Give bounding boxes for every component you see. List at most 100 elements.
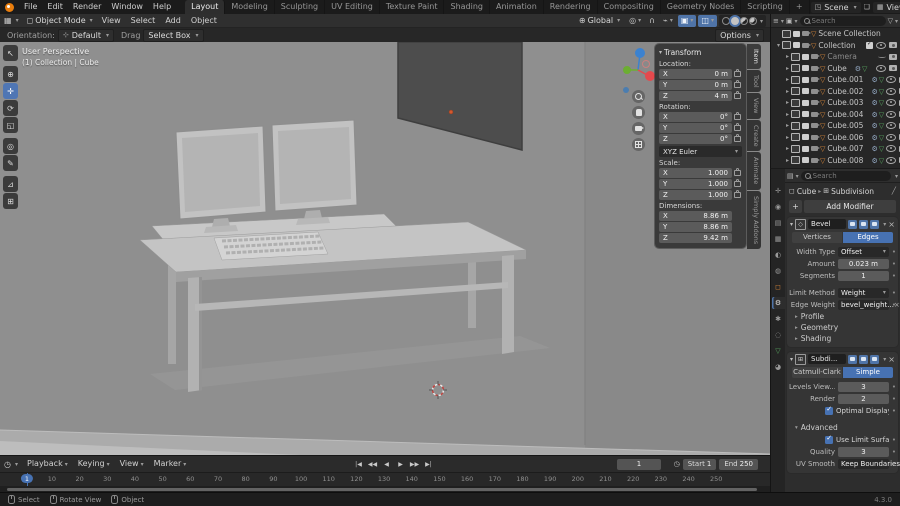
- outliner-row[interactable]: Cube.001: [771, 74, 900, 86]
- hide-in-viewport-icon[interactable]: [886, 145, 896, 152]
- world-tab[interactable]: ◍: [772, 265, 785, 277]
- render-toggle[interactable]: [870, 355, 879, 364]
- overlays-dropdown[interactable]: ◫: [698, 15, 717, 27]
- expand-caret-icon[interactable]: [784, 76, 789, 83]
- workspace-tab[interactable]: Compositing: [598, 0, 661, 14]
- transform-tool[interactable]: ◎: [3, 138, 18, 154]
- expand-caret-icon[interactable]: [784, 122, 789, 129]
- cursor-tool[interactable]: ⊕: [3, 66, 18, 82]
- realtime-toggle[interactable]: [859, 355, 868, 364]
- material-tab[interactable]: ◕: [772, 361, 785, 373]
- render-levels-field[interactable]: 2: [838, 394, 889, 404]
- properties-search[interactable]: [801, 171, 891, 181]
- sidebar-tab[interactable]: Create: [747, 120, 761, 152]
- outliner-row[interactable]: Cube: [771, 63, 900, 75]
- timeline-menu-item[interactable]: Marker: [149, 457, 192, 472]
- clear-icon[interactable]: ×: [894, 301, 900, 309]
- modifiers-tab[interactable]: ⚙: [772, 297, 785, 309]
- sidebar-tab[interactable]: Animate: [747, 152, 761, 189]
- advanced-section[interactable]: Advanced: [787, 422, 898, 433]
- outliner-row[interactable]: Cube.005: [771, 120, 900, 132]
- modifier-extras-dropdown-icon[interactable]: [881, 219, 886, 229]
- scale-field[interactable]: X1.000: [659, 168, 732, 178]
- dimension-field[interactable]: Y8.86 m: [659, 222, 732, 232]
- scale-field[interactable]: Z1.000: [659, 190, 732, 200]
- annotate-tool[interactable]: ✎: [3, 155, 18, 171]
- bevel-mode-option[interactable]: Edges: [843, 232, 893, 243]
- lock-icon[interactable]: [734, 170, 741, 176]
- expand-caret-icon[interactable]: [784, 99, 789, 106]
- viewport-menu-item[interactable]: View: [97, 14, 126, 28]
- outliner-row[interactable]: Cube.007: [771, 143, 900, 155]
- timeline-menu-item[interactable]: Playback: [22, 457, 73, 472]
- modifier-name-field[interactable]: Subdi...: [808, 354, 846, 364]
- levels-viewport-field[interactable]: 3: [838, 382, 889, 392]
- breadcrumb-modifier[interactable]: Subdivision: [831, 187, 874, 196]
- expand-caret-icon[interactable]: [784, 145, 789, 152]
- collapsed-section[interactable]: Geometry: [787, 322, 898, 333]
- sidebar-tab[interactable]: Item: [747, 44, 761, 69]
- navigation-gizmo[interactable]: [618, 44, 656, 94]
- edit-mode-toggle[interactable]: [848, 220, 857, 229]
- menubar-item[interactable]: Help: [148, 0, 176, 14]
- limit-method-dropdown[interactable]: Weight: [838, 288, 889, 298]
- pivot-point-dropdown[interactable]: ◎: [626, 15, 644, 27]
- properties-editor-type-button[interactable]: ▤: [787, 172, 799, 180]
- viewport-menu-item[interactable]: Add: [160, 14, 186, 28]
- hide-in-viewport-icon[interactable]: [876, 42, 886, 49]
- properties-search-input[interactable]: [813, 172, 887, 180]
- negative-axis-ball[interactable]: [643, 61, 650, 68]
- shading-dropdown-icon[interactable]: [758, 16, 763, 26]
- lock-icon[interactable]: [734, 192, 741, 198]
- x-axis-ball[interactable]: [645, 71, 655, 81]
- outliner-search-input[interactable]: [812, 17, 882, 25]
- rotation-mode-dropdown[interactable]: XYZ Euler: [659, 146, 742, 157]
- render-tab[interactable]: ◉: [772, 201, 785, 213]
- wireframe-shading-icon[interactable]: [722, 17, 730, 25]
- current-frame-badge[interactable]: 1: [21, 474, 33, 483]
- timeline-editor-type-button[interactable]: ◷: [0, 458, 22, 470]
- collapse-caret-icon[interactable]: ▾: [790, 356, 793, 363]
- negative-z-ball[interactable]: [623, 87, 629, 93]
- workspace-tab[interactable]: Sculpting: [275, 0, 325, 14]
- solid-shading-icon[interactable]: [731, 17, 739, 25]
- rotation-field[interactable]: Y0°: [659, 123, 732, 133]
- properties-options-icon[interactable]: [893, 171, 898, 181]
- hide-in-viewport-icon[interactable]: [886, 122, 896, 129]
- collapsed-section[interactable]: Shading: [787, 333, 898, 344]
- outliner-row[interactable]: Cube.002: [771, 86, 900, 98]
- start-frame-field[interactable]: Start1: [683, 459, 717, 470]
- outliner-search[interactable]: [800, 16, 886, 26]
- workspace-tab[interactable]: Animation: [490, 0, 544, 14]
- 3d-viewport[interactable]: User Perspective (1) Collection | Cube ↖…: [0, 42, 770, 455]
- edge-weight-field[interactable]: bevel_weight...×: [838, 300, 889, 310]
- editor-type-button[interactable]: ▦: [0, 15, 23, 27]
- expand-caret-icon[interactable]: [784, 65, 789, 72]
- object-tab[interactable]: ◻: [772, 281, 785, 293]
- workspace-tab[interactable]: Rendering: [544, 0, 598, 14]
- lock-icon[interactable]: [734, 71, 741, 77]
- rotation-field[interactable]: X0°: [659, 112, 732, 122]
- sidebar-tab[interactable]: Tool: [747, 70, 761, 93]
- timeline-ruler[interactable]: 1 10203040506070809010011012013014015016…: [0, 472, 770, 486]
- view-layer-selector[interactable]: ▦ViewLayer: [873, 2, 900, 13]
- expand-caret-icon[interactable]: [784, 134, 789, 141]
- modifier-name-field[interactable]: Bevel: [808, 219, 846, 229]
- expand-caret-icon[interactable]: [775, 42, 780, 49]
- select-box-tool[interactable]: ↖: [3, 45, 18, 61]
- next-keyframe-button[interactable]: ▶▶: [408, 458, 421, 470]
- width-type-dropdown[interactable]: Offset: [838, 247, 889, 257]
- play-reverse-button[interactable]: ◀: [380, 458, 393, 470]
- workspace-tab[interactable]: Scripting: [741, 0, 790, 14]
- previous-keyframe-button[interactable]: ◀◀: [366, 458, 379, 470]
- workspace-tab[interactable]: Geometry Nodes: [661, 0, 741, 14]
- orientation-dropdown[interactable]: ⊹Default: [58, 29, 114, 42]
- expand-caret-icon[interactable]: [775, 30, 780, 37]
- exclude-checkbox[interactable]: [866, 42, 873, 49]
- camera-view-button[interactable]: [632, 122, 645, 135]
- hide-in-viewport-icon[interactable]: [886, 111, 896, 118]
- menubar-item[interactable]: Window: [106, 0, 148, 14]
- pan-button[interactable]: [632, 106, 645, 119]
- physics-tab[interactable]: ◌: [772, 329, 785, 341]
- workspace-tab[interactable]: UV Editing: [325, 0, 380, 14]
